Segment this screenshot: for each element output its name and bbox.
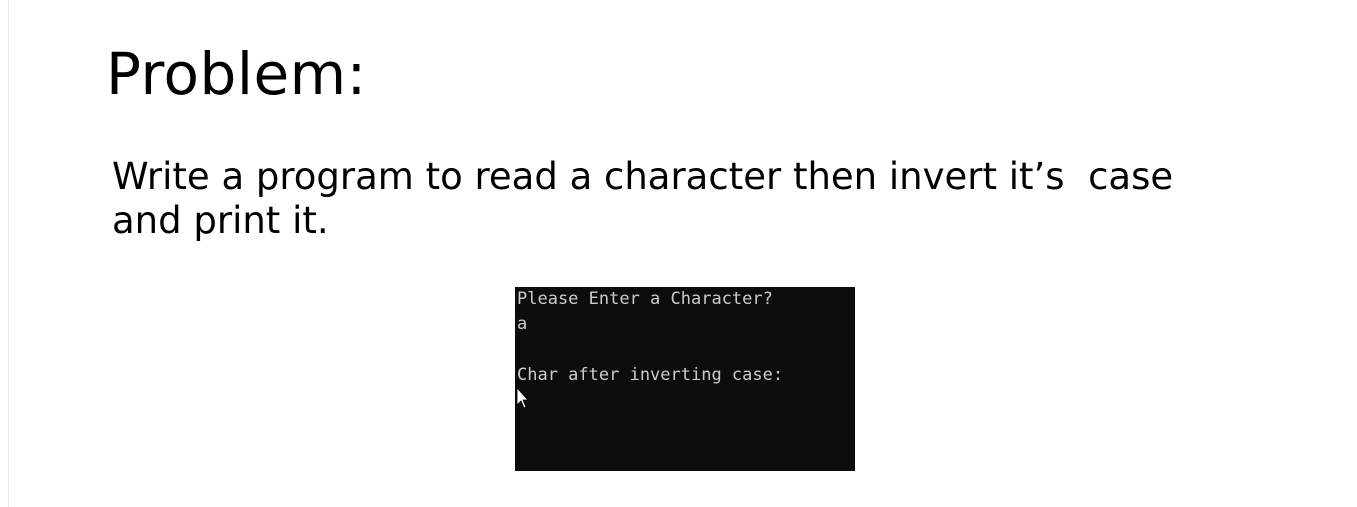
console-input-line: a	[517, 314, 528, 334]
console-output-window: Please Enter a Character? a Char after i…	[515, 287, 855, 471]
problem-statement-line-1: Write a program to read a character then…	[112, 155, 1174, 198]
slide-left-border	[8, 0, 9, 507]
problem-statement: Write a program to read a character then…	[112, 155, 1252, 243]
mouse-pointer-icon	[516, 387, 529, 409]
console-prompt-line: Please Enter a Character?	[517, 289, 773, 309]
console-result-line: Char after inverting case:	[517, 365, 784, 385]
slide-title: Problem:	[106, 40, 367, 108]
problem-statement-line-2: and print it.	[112, 199, 329, 242]
